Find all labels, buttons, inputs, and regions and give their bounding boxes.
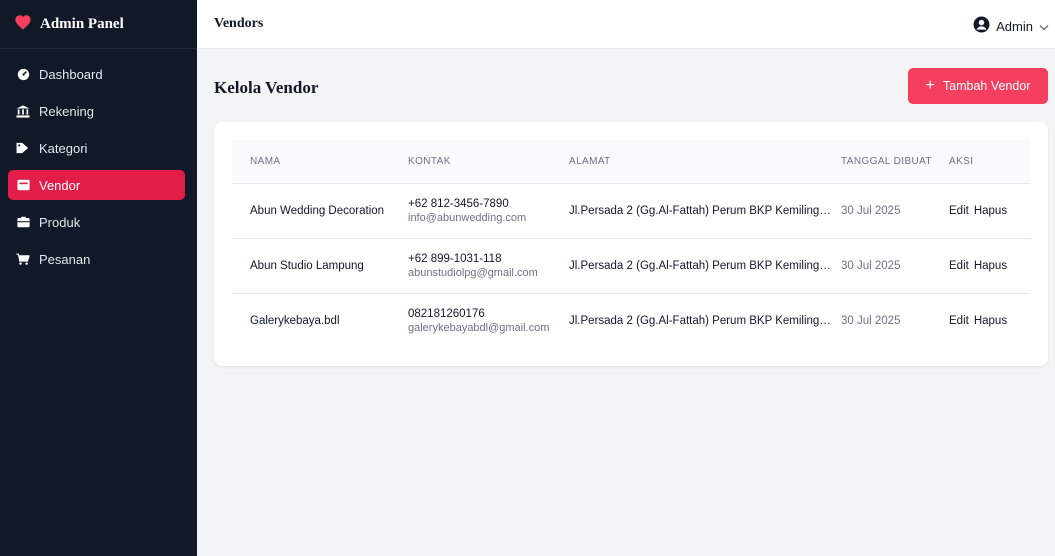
sidebar-item-label: Dashboard xyxy=(39,66,103,82)
plus-icon: + xyxy=(925,77,935,94)
user-menu[interactable]: Admin xyxy=(973,16,1049,36)
vendor-address: Jl.Persada 2 (Gg.Al-Fattah) Perum BKP Ke… xyxy=(569,260,831,272)
vendor-email: info@abunwedding.com xyxy=(408,212,527,224)
sidebar-item-produk[interactable]: Produk xyxy=(8,207,185,237)
sidebar: Admin Panel Dashboard Rekening Kategori … xyxy=(0,0,197,556)
vendor-date: 30 Jul 2025 xyxy=(841,315,901,327)
bank-icon xyxy=(16,104,30,118)
vendor-email: galerykebayabdl@gmail.com xyxy=(408,322,550,334)
delete-button[interactable]: Hapus xyxy=(974,205,1007,217)
page-title: Kelola Vendor xyxy=(214,78,319,97)
column-header-aksi: AKSI xyxy=(949,156,974,167)
sidebar-item-label: Produk xyxy=(39,214,81,230)
sidebar-item-rekening[interactable]: Rekening xyxy=(8,96,185,126)
sidebar-item-label: Kategori xyxy=(39,140,88,156)
row-actions: Edit Hapus xyxy=(941,205,1030,217)
row-actions: Edit Hapus xyxy=(941,260,1030,272)
brand[interactable]: Admin Panel xyxy=(0,0,197,49)
delete-button[interactable]: Hapus xyxy=(974,315,1007,327)
user-circle-icon xyxy=(973,16,990,36)
delete-button[interactable]: Hapus xyxy=(974,260,1007,272)
edit-button[interactable]: Edit xyxy=(949,315,969,327)
vendor-name: Abun Studio Lampung xyxy=(250,260,364,272)
vendor-contact: 082181260176 galerykebayabdl@gmail.com xyxy=(395,307,566,335)
vendor-table-card: NAMA KONTAK ALAMAT TANGGAL DIBUAT AKSI A… xyxy=(214,122,1048,366)
vendor-date: 30 Jul 2025 xyxy=(841,260,901,272)
vendor-name: Abun Wedding Decoration xyxy=(250,205,385,217)
table-row: Galerykebaya.bdl 082181260176 galerykeba… xyxy=(232,293,1030,348)
vendor-table: NAMA KONTAK ALAMAT TANGGAL DIBUAT AKSI A… xyxy=(232,140,1030,348)
vendor-phone: +62 899-1031-118 xyxy=(408,253,502,265)
table-header: NAMA KONTAK ALAMAT TANGGAL DIBUAT AKSI xyxy=(232,140,1030,183)
column-header-alamat: ALAMAT xyxy=(569,156,611,167)
column-header-kontak: KONTAK xyxy=(408,156,451,167)
vendor-name: Galerykebaya.bdl xyxy=(250,315,340,327)
chevron-down-icon xyxy=(1039,19,1049,34)
sidebar-item-dashboard[interactable]: Dashboard xyxy=(8,59,185,89)
store-icon xyxy=(16,178,30,192)
vendor-date: 30 Jul 2025 xyxy=(841,205,901,217)
column-header-tanggal-dibuat: TANGGAL DIBUAT xyxy=(841,155,932,167)
page-header-title: Vendors xyxy=(214,16,264,31)
vendor-address: Jl.Persada 2 (Gg.Al-Fattah) Perum BKP Ke… xyxy=(569,315,831,327)
sidebar-item-vendor[interactable]: Vendor xyxy=(8,170,185,200)
sidebar-nav: Dashboard Rekening Kategori Vendor Produ… xyxy=(0,49,197,274)
vendor-phone: 082181260176 xyxy=(408,308,485,320)
vendor-email: abunstudiolpg@gmail.com xyxy=(408,267,538,279)
cart-icon xyxy=(16,252,30,266)
sidebar-item-label: Rekening xyxy=(39,103,94,119)
sidebar-item-label: Vendor xyxy=(39,177,81,193)
vendor-address: Jl.Persada 2 (Gg.Al-Fattah) Perum BKP Ke… xyxy=(569,205,831,217)
heart-icon xyxy=(14,14,32,35)
sidebar-item-pesanan[interactable]: Pesanan xyxy=(8,244,185,274)
sidebar-item-kategori[interactable]: Kategori xyxy=(8,133,185,163)
table-row: Abun Wedding Decoration +62 812-3456-789… xyxy=(232,183,1030,238)
table-row: Abun Studio Lampung +62 899-1031-118 abu… xyxy=(232,238,1030,293)
topbar: Vendors Admin xyxy=(197,0,1055,49)
add-vendor-label: Tambah Vendor xyxy=(942,79,1031,93)
add-vendor-button[interactable]: + Tambah Vendor xyxy=(908,68,1048,104)
column-header-nama: NAMA xyxy=(250,156,281,167)
sidebar-item-label: Pesanan xyxy=(39,251,91,267)
vendor-phone: +62 812-3456-7890 xyxy=(408,198,509,210)
edit-button[interactable]: Edit xyxy=(949,205,969,217)
user-name: Admin xyxy=(996,18,1033,34)
edit-button[interactable]: Edit xyxy=(949,260,969,272)
vendor-contact: +62 812-3456-7890 info@abunwedding.com xyxy=(395,197,566,225)
row-actions: Edit Hapus xyxy=(941,315,1030,327)
dashboard-icon xyxy=(16,67,30,81)
vendor-contact: +62 899-1031-118 abunstudiolpg@gmail.com xyxy=(395,252,566,280)
brand-title: Admin Panel xyxy=(40,15,124,32)
tag-icon xyxy=(16,141,30,155)
box-icon xyxy=(16,215,30,229)
